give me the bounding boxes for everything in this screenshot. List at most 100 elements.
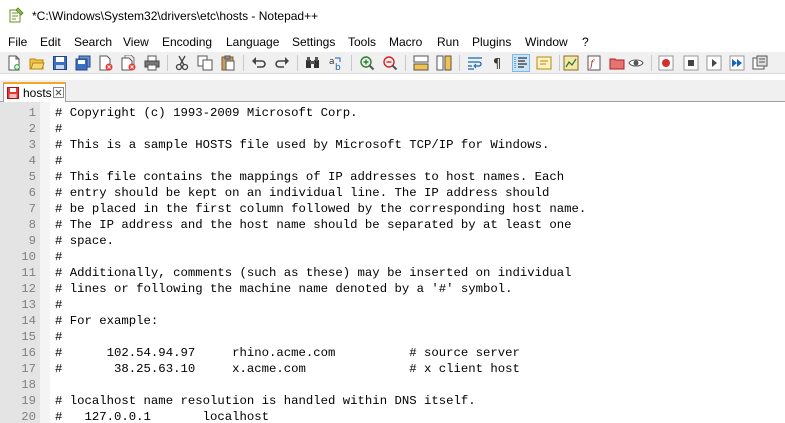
zoom-in-icon[interactable] xyxy=(359,55,375,71)
editor-line[interactable]: 19 # localhost name resolution is handled… xyxy=(0,393,785,409)
line-text[interactable]: # Copyright (c) 1993-2009 Microsoft Corp… xyxy=(55,105,358,121)
sync-vertical-icon[interactable] xyxy=(413,55,429,71)
editor-line[interactable]: 7 # be placed in the first column followe… xyxy=(0,201,785,217)
line-number: 17 xyxy=(21,362,36,376)
line-text[interactable]: # 102.54.94.97 rhino.acme.com # source s… xyxy=(55,345,520,361)
line-text[interactable]: # xyxy=(55,153,62,169)
redo-icon[interactable] xyxy=(274,55,290,71)
save-icon[interactable] xyxy=(52,55,68,71)
editor-line[interactable]: 14 # For example: xyxy=(0,313,785,329)
find-icon[interactable] xyxy=(305,55,321,71)
editor-line[interactable]: 17 # 38.25.63.10 x.acme.com # x client ho… xyxy=(0,361,785,377)
line-number: 7 xyxy=(28,202,36,216)
menu-tools[interactable]: Tools xyxy=(348,35,376,49)
line-text[interactable]: # be placed in the first column followed… xyxy=(55,201,586,217)
line-text[interactable]: # This file contains the mappings of IP … xyxy=(55,169,564,185)
line-number: 5 xyxy=(28,170,36,184)
show-all-characters-icon[interactable]: ¶ xyxy=(490,55,506,71)
save-macro-icon[interactable] xyxy=(752,55,768,71)
stop-recording-icon[interactable] xyxy=(683,55,699,71)
tab-label: hosts xyxy=(23,86,52,100)
monitoring-icon[interactable] xyxy=(628,55,644,71)
editor-line[interactable]: 6 # entry should be kept on an individual… xyxy=(0,185,785,201)
editor-line[interactable]: 13 # xyxy=(0,297,785,313)
menu-encoding[interactable]: Encoding xyxy=(162,35,212,49)
editor-line[interactable]: 11 # Additionally, comments (such as thes… xyxy=(0,265,785,281)
svg-text:b: b xyxy=(335,63,341,71)
line-text[interactable]: # This is a sample HOSTS file used by Mi… xyxy=(55,137,549,153)
zoom-out-icon[interactable] xyxy=(382,55,398,71)
line-number: 4 xyxy=(28,154,36,168)
function-list-icon[interactable]: f xyxy=(586,55,602,71)
line-text[interactable]: # entry should be kept on an individual … xyxy=(55,185,549,201)
line-text[interactable]: # 127.0.0.1 localhost xyxy=(55,409,269,423)
line-text[interactable]: # lines or following the machine name de… xyxy=(55,281,513,297)
new-file-icon[interactable] xyxy=(6,55,22,71)
editor-line[interactable]: 12 # lines or following the machine name … xyxy=(0,281,785,297)
editor-line[interactable]: 8 # The IP address and the host name shou… xyxy=(0,217,785,233)
line-number: 11 xyxy=(21,266,36,280)
menu-language[interactable]: Language xyxy=(226,35,279,49)
menu-help[interactable]: ? xyxy=(582,35,589,49)
close-icon[interactable] xyxy=(98,55,114,71)
document-map-icon[interactable] xyxy=(563,55,579,71)
line-number: 19 xyxy=(21,394,36,408)
line-number: 15 xyxy=(21,330,36,344)
line-text[interactable]: # localhost name resolution is handled w… xyxy=(55,393,476,409)
run-macro-multiple-icon[interactable] xyxy=(729,55,745,71)
undo-icon[interactable] xyxy=(251,55,267,71)
close-tab-icon[interactable] xyxy=(53,87,64,98)
save-all-icon[interactable] xyxy=(75,55,91,71)
menu-settings[interactable]: Settings xyxy=(292,35,335,49)
folder-as-workspace-icon[interactable] xyxy=(609,55,625,71)
record-macro-icon[interactable] xyxy=(658,55,674,71)
line-text[interactable]: # xyxy=(55,121,62,137)
line-text[interactable]: # Additionally, comments (such as these)… xyxy=(55,265,572,281)
user-defined-language-icon[interactable] xyxy=(536,55,552,71)
editor-line[interactable]: 16 # 102.54.94.97 rhino.acme.com # source… xyxy=(0,345,785,361)
menu-window[interactable]: Window xyxy=(525,35,568,49)
cut-icon[interactable] xyxy=(174,55,190,71)
close-all-icon[interactable] xyxy=(121,55,137,71)
editor-line[interactable]: 18 xyxy=(0,377,785,393)
print-icon[interactable] xyxy=(144,55,160,71)
sync-horizontal-icon[interactable] xyxy=(436,55,452,71)
copy-icon[interactable] xyxy=(197,55,213,71)
menu-file[interactable]: File xyxy=(8,35,27,49)
menu-macro[interactable]: Macro xyxy=(389,35,422,49)
line-text[interactable]: # xyxy=(55,297,62,313)
editor-line[interactable]: 5 # This file contains the mappings of IP… xyxy=(0,169,785,185)
line-text[interactable]: # xyxy=(55,329,62,345)
editor-line[interactable]: 15 # xyxy=(0,329,785,345)
menu-run[interactable]: Run xyxy=(437,35,459,49)
line-text[interactable]: # 38.25.63.10 x.acme.com # x client host xyxy=(55,361,520,377)
editor-line[interactable]: 4 # xyxy=(0,153,785,169)
editor-line[interactable]: 3 # This is a sample HOSTS file used by M… xyxy=(0,137,785,153)
editor-line[interactable]: 9 # space. xyxy=(0,233,785,249)
indent-guide-icon[interactable] xyxy=(512,54,530,72)
line-number: 13 xyxy=(21,298,36,312)
menu-edit[interactable]: Edit xyxy=(40,35,61,49)
play-macro-icon[interactable] xyxy=(706,55,722,71)
line-text[interactable]: # space. xyxy=(55,233,114,249)
line-number: 10 xyxy=(21,250,36,264)
tab-hosts[interactable]: hosts xyxy=(3,82,66,102)
replace-icon[interactable]: ab xyxy=(328,55,344,71)
menu-plugins[interactable]: Plugins xyxy=(472,35,511,49)
menu-view[interactable]: View xyxy=(123,35,149,49)
menu-search[interactable]: Search xyxy=(74,35,112,49)
editor[interactable]: 1 # Copyright (c) 1993-2009 Microsoft Cor… xyxy=(0,102,785,423)
line-number: 14 xyxy=(21,314,36,328)
line-number: 2 xyxy=(28,122,36,136)
line-text[interactable]: # xyxy=(55,249,62,265)
editor-line[interactable]: 10 # xyxy=(0,249,785,265)
editor-line[interactable]: 1 # Copyright (c) 1993-2009 Microsoft Cor… xyxy=(0,105,785,121)
word-wrap-icon[interactable] xyxy=(467,55,483,71)
editor-line[interactable]: 20 # 127.0.0.1 localhost xyxy=(0,409,785,423)
paste-icon[interactable] xyxy=(220,55,236,71)
editor-line[interactable]: 2 # xyxy=(0,121,785,137)
open-file-icon[interactable] xyxy=(29,55,45,71)
svg-text:a: a xyxy=(329,57,335,67)
line-text[interactable]: # The IP address and the host name shoul… xyxy=(55,217,572,233)
line-text[interactable]: # For example: xyxy=(55,313,158,329)
